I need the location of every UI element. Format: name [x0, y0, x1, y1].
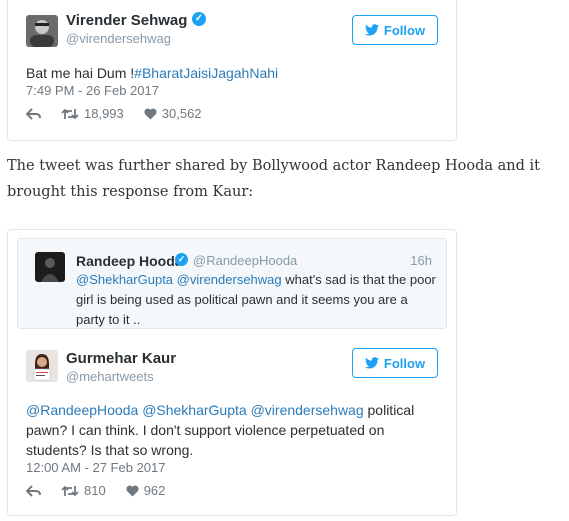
tweet-card-kaur: Randeep Hooda ✓ @RandeepHooda 16h @Shekh…	[7, 229, 457, 516]
quoted-author-handle[interactable]: @RandeepHooda	[193, 253, 297, 268]
tweet-timestamp[interactable]: 7:49 PM - 26 Feb 2017	[26, 83, 159, 98]
tweet-actions: 810 962	[26, 483, 185, 498]
reply-button[interactable]	[26, 484, 41, 497]
twitter-bird-icon	[364, 24, 379, 36]
like-count: 30,562	[161, 106, 202, 121]
verified-badge-icon: ✓	[175, 253, 188, 266]
avatar-randeep-hooda[interactable]	[35, 252, 65, 282]
quoted-time[interactable]: 16h	[410, 253, 432, 268]
follow-label: Follow	[383, 22, 426, 38]
author-name[interactable]: Gurmehar Kaur	[66, 350, 176, 367]
quoted-tweet-text: @ShekharGupta @virendersehwag what's sad…	[76, 270, 436, 330]
mention-link[interactable]: @virendersehwag	[251, 402, 364, 418]
author-handle[interactable]: @virendersehwag	[66, 31, 171, 46]
hashtag-link[interactable]: #BharatJaisiJagahNahi	[134, 65, 278, 81]
tweet-text: @RandeepHooda @ShekharGupta @virenderseh…	[26, 400, 436, 460]
quoted-author-name[interactable]: Randeep Hooda	[76, 253, 183, 269]
reply-icon	[26, 484, 41, 497]
follow-button[interactable]: Follow	[352, 348, 438, 378]
heart-icon	[144, 108, 157, 119]
retweet-button[interactable]: 18,993	[61, 106, 124, 121]
retweet-count: 18,993	[84, 106, 124, 121]
retweet-button[interactable]: 810	[61, 483, 106, 498]
article-paragraph: The tweet was further shared by Bollywoo…	[7, 158, 541, 200]
reply-button[interactable]	[26, 107, 41, 120]
avatar-sehwag[interactable]	[26, 15, 58, 47]
quoted-tweet[interactable]: Randeep Hooda ✓ @RandeepHooda 16h @Shekh…	[17, 238, 447, 329]
heart-icon	[126, 485, 139, 496]
like-button[interactable]: 30,562	[144, 106, 202, 121]
retweet-icon	[61, 485, 79, 496]
follow-label: Follow	[383, 355, 426, 371]
tweet-text-plain: Bat me hai Dum !	[26, 65, 135, 81]
mention-link[interactable]: @virendersehwag	[177, 272, 282, 287]
tweet-card-sehwag: Virender Sehwag ✓ @virendersehwag Follow…	[7, 0, 457, 141]
twitter-bird-icon	[364, 357, 379, 369]
tweet-text: Bat me hai Dum !#BharatJaisiJagahNahi	[26, 63, 278, 83]
mention-link[interactable]: @ShekharGupta	[142, 402, 247, 418]
like-button[interactable]: 962	[126, 483, 166, 498]
author-name[interactable]: Virender Sehwag	[66, 12, 187, 29]
mention-link[interactable]: @RandeepHooda	[26, 402, 138, 418]
tweet-actions: 18,993 30,562	[26, 106, 222, 121]
like-count: 962	[143, 483, 166, 498]
retweet-count: 810	[84, 483, 106, 498]
avatar-gurmehar-kaur[interactable]	[26, 350, 58, 382]
retweet-icon	[61, 108, 79, 119]
follow-button[interactable]: Follow	[352, 15, 438, 45]
mention-link[interactable]: @ShekharGupta	[76, 272, 173, 287]
reply-icon	[26, 107, 41, 120]
author-handle[interactable]: @mehartweets	[66, 369, 154, 384]
verified-badge-icon: ✓	[192, 12, 206, 26]
tweet-timestamp[interactable]: 12:00 AM - 27 Feb 2017	[26, 460, 165, 475]
